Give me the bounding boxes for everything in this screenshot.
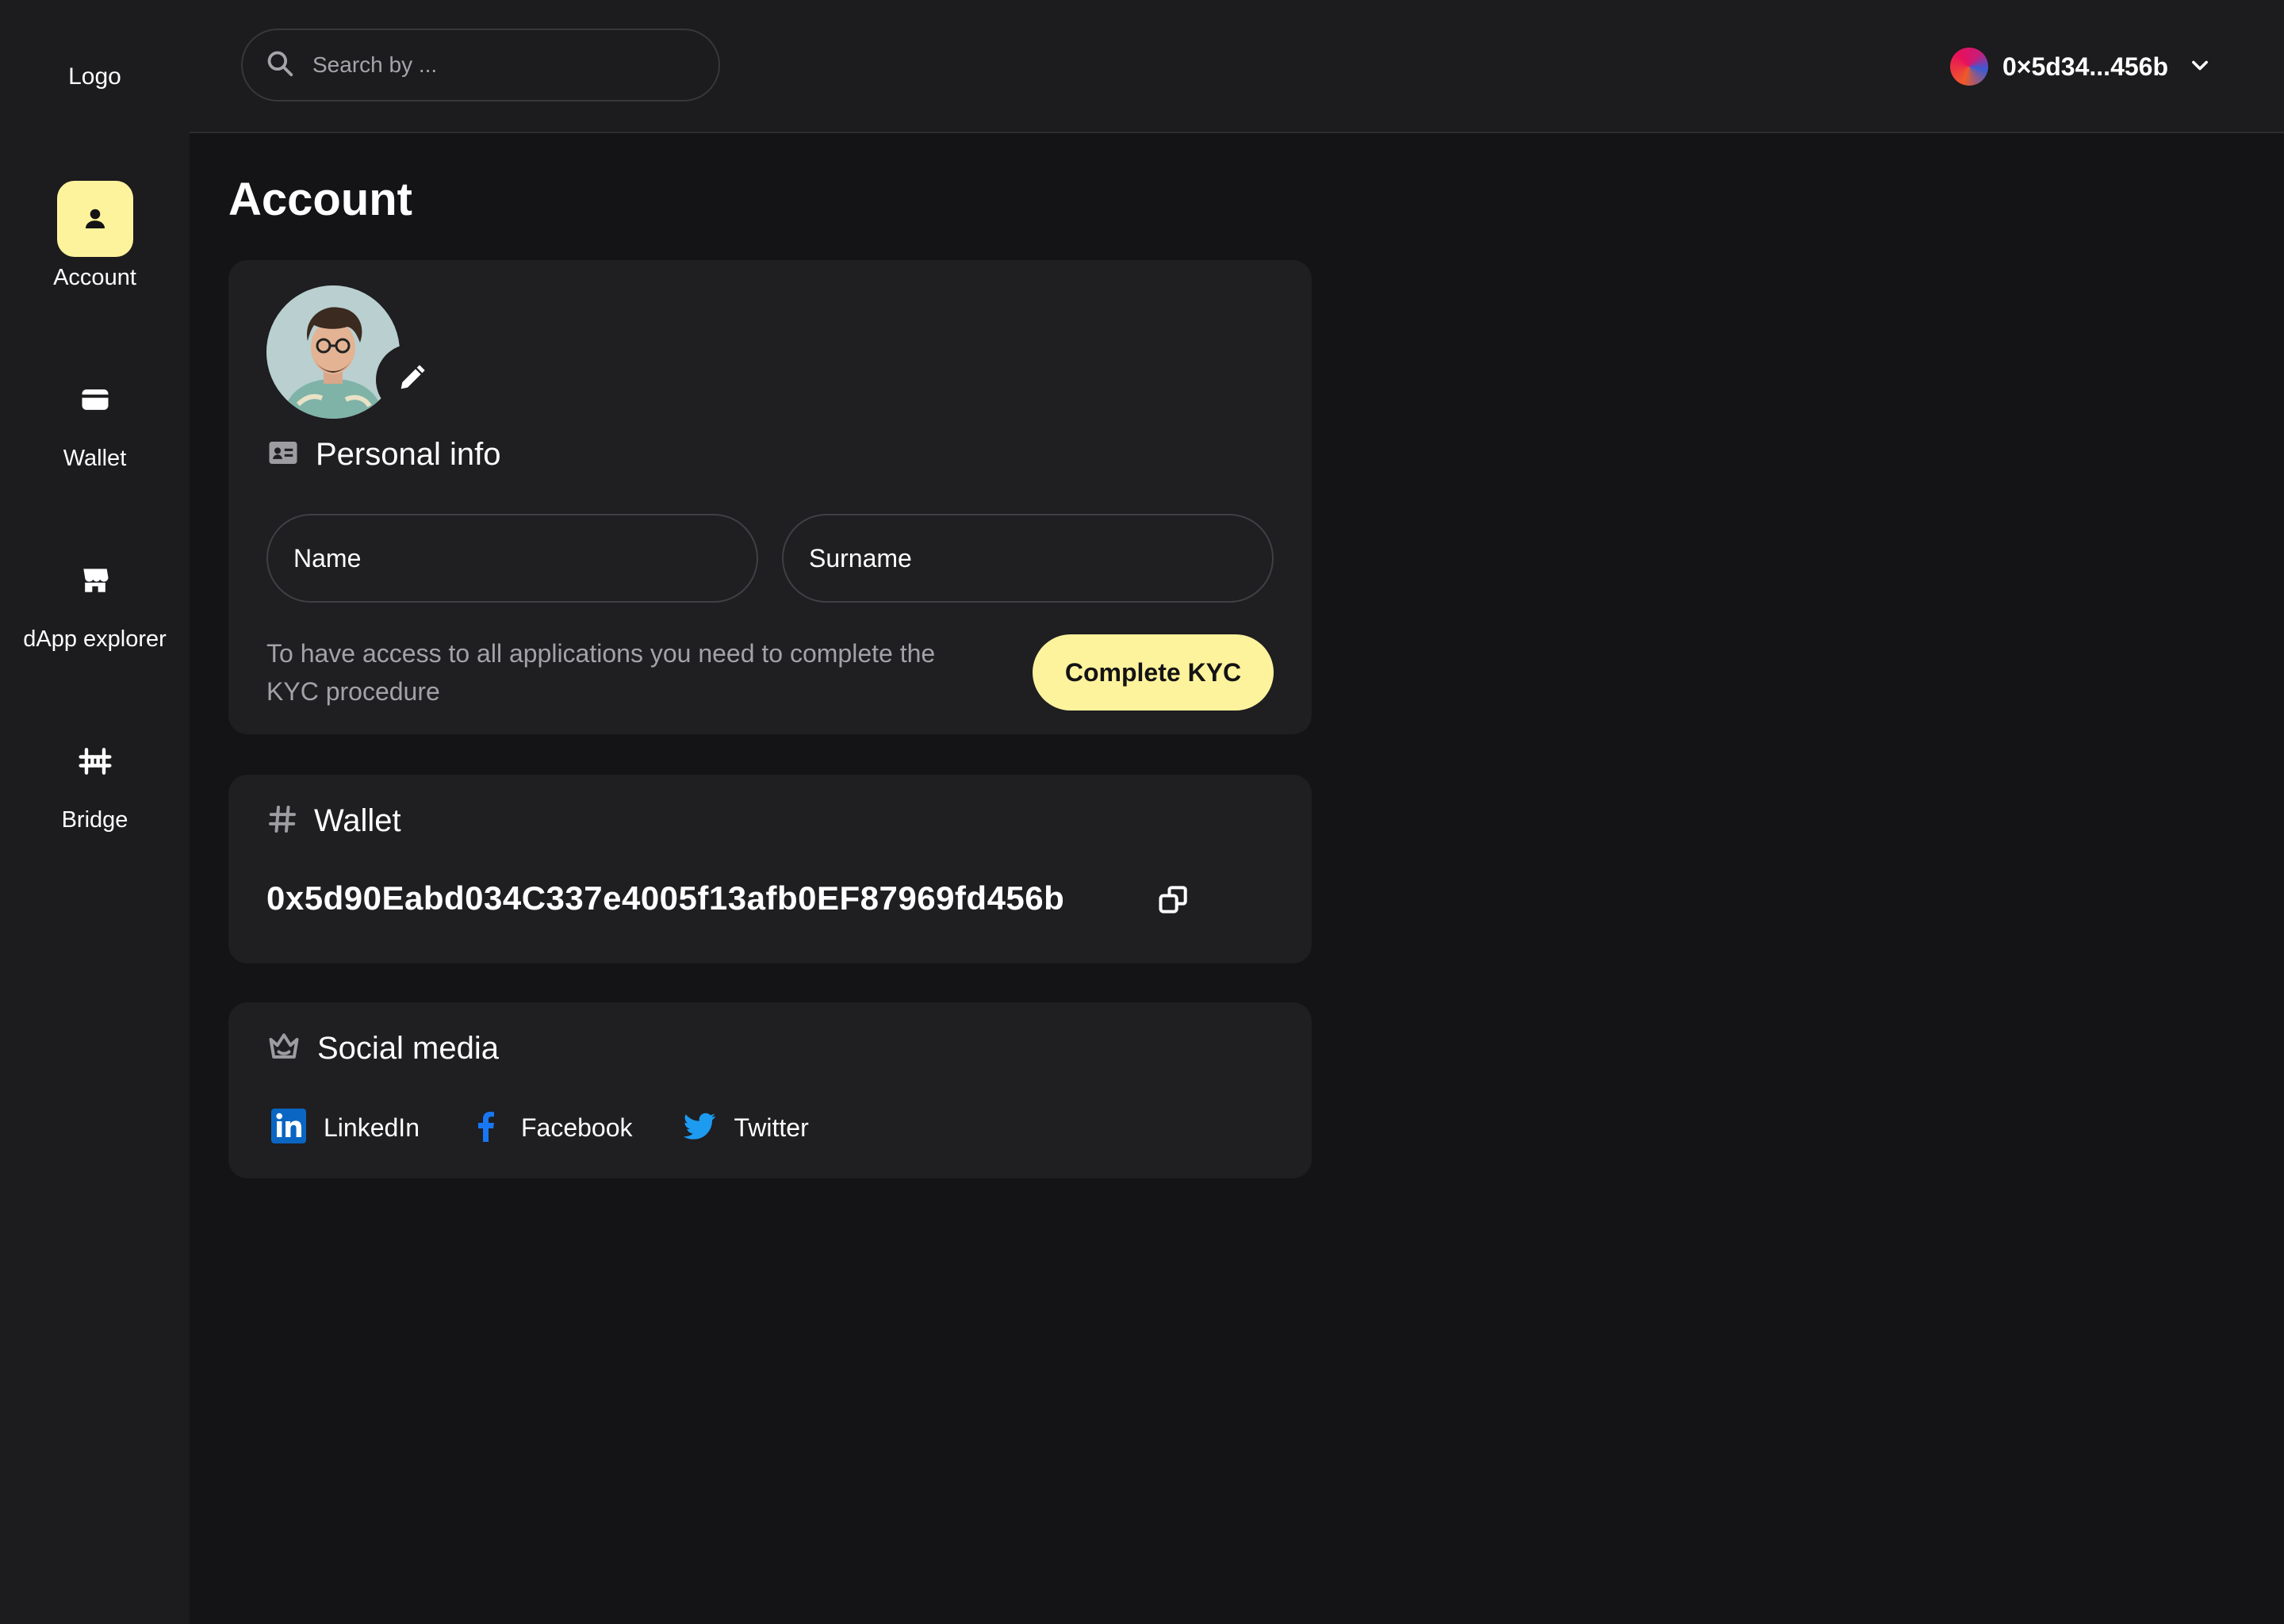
wallet-address: 0x5d90Eabd034C337e4005f13afb0EF87969fd45…	[266, 879, 1065, 917]
pencil-icon	[396, 362, 427, 398]
search-icon	[265, 48, 295, 82]
social-media-card: Social media LinkedIn Facebook Twitter	[228, 1002, 1312, 1178]
wallet-heading: Wallet	[266, 803, 401, 839]
page-title: Account	[228, 174, 412, 225]
hash-icon	[266, 803, 298, 839]
sidebar: Logo Account Wallet dApp explorer Bridge	[0, 0, 190, 1624]
id-card-icon	[266, 436, 300, 473]
sidebar-item-account[interactable]: Account	[0, 181, 190, 291]
logo[interactable]: Logo	[0, 63, 190, 90]
top-bar: 0×5d34...456b	[190, 0, 2284, 133]
crown-icon	[266, 1029, 301, 1068]
surname-field[interactable]	[782, 514, 1274, 603]
store-icon	[57, 542, 133, 619]
facebook-icon	[467, 1107, 505, 1149]
account-menu[interactable]: 0×5d34...456b	[1949, 44, 2211, 89]
twitter-icon	[680, 1107, 719, 1149]
social-link-label: LinkedIn	[324, 1113, 420, 1142]
personal-info-card: Personal info To have access to all appl…	[228, 260, 1312, 734]
bridge-icon	[57, 723, 133, 799]
kyc-notice: To have access to all applications you n…	[266, 639, 936, 706]
edit-avatar-button[interactable]	[376, 344, 447, 416]
copy-icon	[1156, 883, 1191, 921]
facebook-link[interactable]: Facebook	[467, 1107, 633, 1149]
copy-address-button[interactable]	[1155, 883, 1193, 921]
profile-avatar	[266, 285, 400, 419]
section-title: Social media	[317, 1031, 500, 1066]
wallet-icon	[57, 362, 133, 438]
sidebar-item-label: dApp explorer	[23, 626, 167, 652]
sidebar-item-label: Bridge	[61, 807, 128, 833]
social-links: LinkedIn Facebook Twitter	[270, 1107, 856, 1149]
sidebar-item-wallet[interactable]: Wallet	[0, 362, 190, 472]
section-title: Wallet	[314, 803, 401, 838]
account-address: 0×5d34...456b	[2002, 52, 2168, 81]
wallet-avatar	[1949, 48, 1988, 86]
sidebar-item-bridge[interactable]: Bridge	[0, 723, 190, 833]
social-link-label: Twitter	[734, 1113, 809, 1142]
social-link-label: Facebook	[520, 1113, 633, 1142]
name-field[interactable]	[266, 514, 758, 603]
chevron-down-icon	[2189, 54, 2211, 80]
complete-kyc-button[interactable]: Complete KYC	[1033, 634, 1274, 710]
sidebar-item-label: Wallet	[63, 446, 127, 471]
wallet-card: Wallet 0x5d90Eabd034C337e4005f13afb0EF87…	[228, 775, 1312, 963]
social-media-heading: Social media	[266, 1029, 499, 1068]
sidebar-item-label: Account	[53, 265, 136, 290]
person-icon	[56, 181, 133, 257]
sidebar-item-dapp-explorer[interactable]: dApp explorer	[0, 542, 190, 653]
section-title: Personal info	[316, 437, 501, 472]
search-input[interactable]	[311, 52, 679, 79]
linkedin-icon	[270, 1107, 308, 1149]
search-box[interactable]	[241, 29, 720, 102]
personal-info-heading: Personal info	[266, 436, 500, 473]
twitter-link[interactable]: Twitter	[680, 1107, 809, 1149]
linkedin-link[interactable]: LinkedIn	[270, 1107, 420, 1149]
